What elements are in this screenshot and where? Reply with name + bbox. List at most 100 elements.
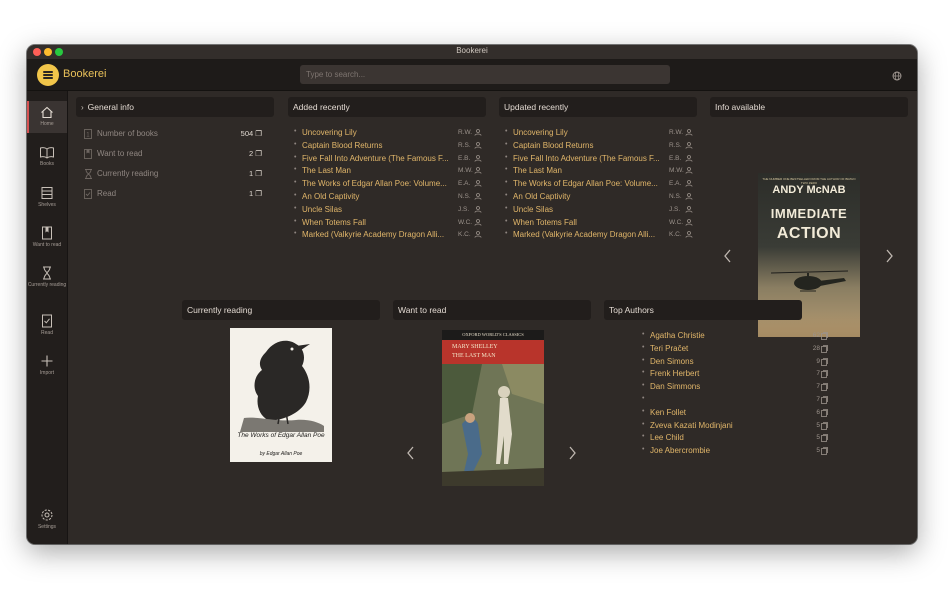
book-list-item[interactable]: • Uncle Silas J.S.: [505, 204, 695, 216]
author-icon: [685, 129, 693, 136]
cover-author: ANDY McNAB: [772, 184, 846, 196]
bullet: •: [642, 446, 645, 454]
author-icon: [474, 141, 482, 149]
author-list-item[interactable]: • Frenk Herbert 7: [642, 368, 828, 380]
sidebar-item-label: Home: [40, 121, 54, 127]
chevron-left-icon[interactable]: [405, 444, 417, 462]
author-book-count: 7: [816, 383, 820, 391]
author-icon: [474, 167, 482, 175]
author-icon: [685, 154, 693, 162]
sidebar-item-label: Settings: [37, 524, 57, 530]
sidebar-item-shelves[interactable]: Shelves: [27, 181, 67, 213]
book-list-item[interactable]: • Five Fall Into Adventure (The Famous F.…: [294, 153, 484, 165]
want-to-read-title: Want to read: [398, 305, 447, 315]
author-list-item[interactable]: • Ken Follet 6: [642, 407, 828, 419]
general-info-header[interactable]: › General info: [76, 97, 274, 117]
book-list-item[interactable]: • Uncovering Lily R.W.: [505, 127, 695, 139]
book-list-item[interactable]: • The Last Man M.W.: [294, 165, 484, 177]
author-list-item[interactable]: • Lee Child 5: [642, 432, 828, 444]
book-list-item[interactable]: • When Totems Fall W.C.: [505, 217, 695, 229]
author-book-count: 5: [816, 421, 820, 429]
bookmark-check-icon: [42, 314, 52, 328]
sidebar-item-label: Import: [39, 370, 55, 376]
book-title: Uncle Silas: [513, 204, 554, 214]
chevron-right-icon[interactable]: [883, 247, 895, 265]
sidebar-item-import[interactable]: Import: [27, 349, 67, 381]
book-list-item[interactable]: • The Last Man M.W.: [505, 165, 695, 177]
shelves-icon: [41, 187, 53, 199]
book-title: Captain Blood Returns: [302, 140, 383, 150]
bullet: •: [642, 382, 645, 390]
bookmark-icon: [42, 226, 52, 240]
author-list-item[interactable]: • 7: [642, 394, 828, 406]
author-icon: [474, 129, 482, 136]
book-list-item[interactable]: • Uncovering Lily R.W.: [294, 127, 484, 139]
book-list-item[interactable]: • The Works of Edgar Allan Poe: Volume...…: [505, 178, 695, 190]
author-list-item[interactable]: • Teri Pračet 28: [642, 343, 828, 355]
chevron-left-icon[interactable]: [722, 247, 734, 265]
author-initials: R.S.: [458, 141, 471, 149]
sidebar-item-want-to-read[interactable]: Want to read: [27, 221, 67, 253]
author-initials: M.W.: [458, 167, 473, 175]
general-info-label: Read: [97, 189, 117, 198]
helicopter-illustration: [770, 270, 849, 292]
general-info-label: Currently reading: [97, 169, 159, 178]
search-input[interactable]: [300, 65, 670, 84]
chevron-right-icon[interactable]: [566, 444, 578, 462]
book-count-icon: [821, 357, 828, 366]
sidebar-item-label: Books: [40, 161, 54, 167]
bullet: •: [642, 433, 645, 441]
sidebar-item-home[interactable]: Home: [27, 101, 67, 133]
cover-title: The Works of Edgar Allan Poe: [237, 432, 325, 439]
book-list-item[interactable]: • When Totems Fall W.C.: [294, 217, 484, 229]
book-title: Marked (Valkyrie Academy Dragon Alli...: [513, 230, 656, 240]
general-info-row[interactable]: Currently reading 1 ❐: [82, 167, 262, 181]
general-info-row[interactable]: 1 Number of books 504 ❐: [82, 127, 262, 141]
author-initials: J.S.: [458, 205, 470, 213]
book-list-item[interactable]: • Uncle Silas J.S.: [294, 204, 484, 216]
top-authors-header: Top Authors: [604, 300, 802, 320]
app-logo-button[interactable]: [37, 64, 59, 86]
book-icon: [40, 147, 54, 159]
hourglass-icon: [85, 169, 92, 179]
book-list-item[interactable]: • Captain Blood Returns R.S.: [505, 140, 695, 152]
sidebar-item-currently-reading[interactable]: Currently reading: [27, 261, 67, 301]
bullet: •: [505, 204, 508, 212]
book-list-item[interactable]: • Marked (Valkyrie Academy Dragon Alli...…: [505, 229, 695, 241]
author-list-item[interactable]: • Dan Simmons 7: [642, 381, 828, 393]
updated-recently-title: Updated recently: [504, 102, 569, 112]
bullet: •: [294, 128, 297, 135]
sidebar-item-label: Want to read: [32, 242, 62, 248]
author-icon: [474, 218, 482, 226]
author-list-item[interactable]: • Joe Abercrombie 5: [642, 445, 828, 457]
bullet: •: [642, 407, 645, 415]
bullet: •: [642, 343, 645, 351]
author-name: Den Simons: [650, 356, 694, 366]
author-initials: R.W.: [669, 129, 684, 136]
book-list-item[interactable]: • Five Fall Into Adventure (The Famous F.…: [505, 153, 695, 165]
general-info-row[interactable]: Read 1 ❐: [82, 187, 262, 201]
book-list-item[interactable]: • Marked (Valkyrie Academy Dragon Alli...…: [294, 229, 484, 241]
book-count-icon: 1: [84, 129, 92, 139]
book-cover-last-man[interactable]: OXFORD WORLD'S CLASSICS MARY SHELLEY THE…: [442, 330, 544, 486]
cover-author: MARY SHELLEY: [452, 344, 498, 350]
book-list-item[interactable]: • An Old Captivity N.S.: [505, 191, 695, 203]
book-list-item[interactable]: • The Works of Edgar Allan Poe: Volume...…: [294, 178, 484, 190]
author-list-item[interactable]: • Den Simons 9: [642, 356, 828, 368]
book-list-item[interactable]: • An Old Captivity N.S.: [294, 191, 484, 203]
general-info-row[interactable]: Want to read 2 ❐: [82, 147, 262, 161]
book-cover-poe[interactable]: The Works of Edgar Allan Poe by Edgar Al…: [230, 328, 332, 462]
bullet: •: [642, 395, 645, 402]
author-list-item[interactable]: • Zveva Kazati Modinjani 5: [642, 420, 828, 432]
author-initials: K.C.: [669, 231, 682, 239]
currently-reading-title: Currently reading: [187, 305, 253, 315]
bullet: •: [294, 204, 297, 212]
sidebar-item-settings[interactable]: Settings: [27, 503, 67, 535]
sidebar-item-books[interactable]: Books: [27, 141, 67, 173]
author-list-item[interactable]: • Agatha Christie 62: [642, 330, 828, 342]
sidebar-item-read[interactable]: Read: [27, 309, 67, 341]
globe-icon[interactable]: [892, 71, 902, 81]
bullet: •: [505, 128, 508, 135]
book-list-item[interactable]: • Captain Blood Returns R.S.: [294, 140, 484, 152]
bullet: •: [505, 166, 508, 174]
